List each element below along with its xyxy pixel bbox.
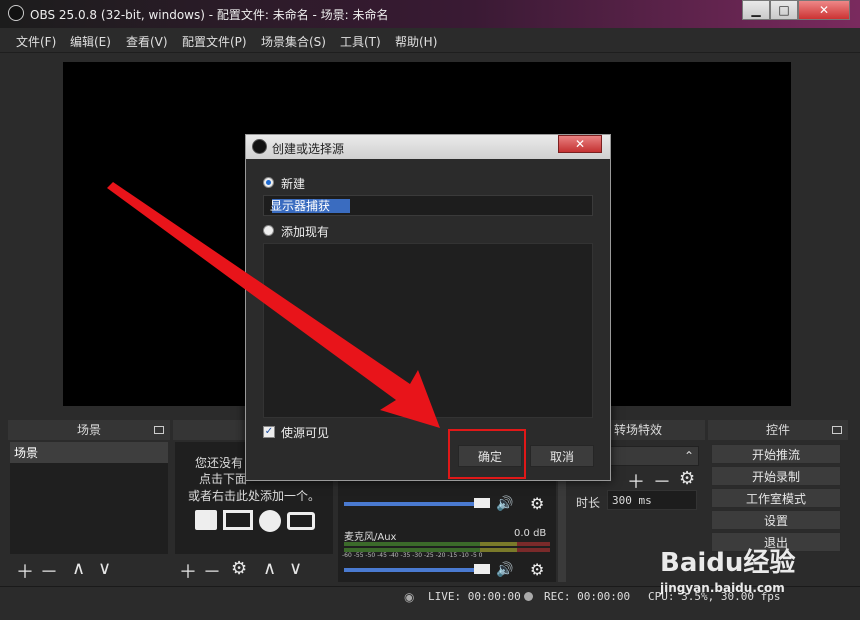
scenes-dock-title: 场景 [8, 420, 170, 440]
volume-handle-1[interactable] [474, 498, 490, 508]
add-icon[interactable]: ＋ [16, 558, 34, 584]
meter-scale: -60 -55 -50 -45 -40 -35 -30 -25 -20 -15 … [342, 552, 483, 559]
baidu-watermark: Baidu经验 jingyan.baidu.com [660, 542, 795, 595]
create-select-source-dialog: 创建或选择源 ✕ 新建 添加现有 ✓ 使源可见 确定 取消 [245, 134, 611, 481]
menu-view[interactable]: 查看(V) [126, 33, 168, 50]
radio-new-label: 新建 [281, 177, 306, 191]
dock-float-icon[interactable] [832, 426, 842, 434]
duration-spinbox[interactable]: 300 ms [607, 490, 697, 510]
obs-logo-icon [252, 139, 267, 154]
radio-existing[interactable] [263, 225, 274, 236]
menu-help[interactable]: 帮助(H) [395, 33, 437, 50]
existing-sources-list[interactable] [263, 243, 593, 418]
close-window-button[interactable]: ✕ [798, 0, 850, 20]
watermark-logo-text: Baidu经验 [660, 548, 796, 578]
image-source-icon [195, 510, 217, 530]
move-down-icon[interactable]: ∨ [98, 558, 111, 579]
minimize-button[interactable]: ▁ [742, 0, 770, 20]
dock-float-icon[interactable] [154, 426, 164, 434]
radio-existing-label: 添加现有 [281, 225, 330, 239]
menu-profile[interactable]: 配置文件(P) [182, 33, 247, 50]
move-down-icon[interactable]: ∨ [289, 558, 302, 579]
make-visible-label: 使源可见 [281, 426, 330, 440]
scene-item[interactable]: 场景 [10, 442, 168, 463]
move-up-icon[interactable]: ∧ [72, 558, 85, 579]
menu-tools[interactable]: 工具(T) [340, 33, 381, 50]
mixer-track-label: 麦克风/Aux [344, 532, 397, 543]
gear-icon[interactable]: ⚙ [530, 560, 544, 579]
maximize-button[interactable]: □ [770, 0, 798, 20]
duration-label: 时长 [576, 496, 601, 510]
scenes-list[interactable]: 场景 [10, 442, 168, 554]
obs-logo-icon [8, 5, 24, 21]
window-title: OBS 25.0.8 (32-bit, windows) - 配置文件: 未命名… [30, 8, 389, 22]
empty-hint-line-3: 或者右击此处添加一个。 [188, 489, 321, 503]
remove-icon[interactable]: － [40, 558, 58, 584]
menu-edit[interactable]: 编辑(E) [70, 33, 111, 50]
speaker-icon[interactable]: 🔊 [496, 562, 513, 578]
ok-button-highlight-box [448, 429, 526, 479]
mixer-track-db: 0.0 dB [514, 528, 547, 539]
live-time: LIVE: 00:00:00 [428, 590, 521, 603]
empty-hint-line-1: 您还没有 [195, 456, 244, 470]
gear-icon[interactable]: ⚙ [231, 558, 247, 579]
dialog-title: 创建或选择源 [272, 142, 345, 156]
chevron-down-icon: ⌃ [683, 449, 694, 463]
gear-icon[interactable]: ⚙ [530, 494, 544, 513]
volume-slider-1[interactable] [344, 502, 480, 506]
speaker-icon[interactable]: 🔊 [496, 496, 513, 512]
controls-dock-title: 控件 [708, 420, 848, 440]
volume-handle-2[interactable] [474, 564, 490, 574]
dialog-close-button[interactable]: ✕ [558, 135, 602, 153]
gear-icon[interactable]: ⚙ [679, 468, 695, 489]
start-recording-button[interactable]: 开始录制 [711, 466, 841, 486]
level-meter [344, 542, 550, 546]
start-streaming-button[interactable]: 开始推流 [711, 444, 841, 464]
menu-scene-collection[interactable]: 场景集合(S) [261, 33, 326, 50]
menu-file[interactable]: 文件(F) [16, 33, 56, 50]
scenes-dock: 场景 场景 ＋ － ∧ ∨ [8, 420, 170, 584]
display-source-icon [223, 510, 253, 530]
cancel-button[interactable]: 取消 [530, 445, 594, 467]
settings-button[interactable]: 设置 [711, 510, 841, 530]
remove-icon[interactable]: － [203, 558, 221, 584]
volume-slider-2[interactable] [344, 568, 480, 572]
record-dot-icon [524, 592, 533, 601]
camera-source-icon [287, 512, 315, 530]
move-up-icon[interactable]: ∧ [263, 558, 276, 579]
radio-new[interactable] [263, 177, 274, 188]
browser-source-icon [259, 510, 281, 532]
make-visible-checkbox[interactable]: ✓ [263, 426, 275, 438]
source-name-input[interactable] [266, 197, 574, 214]
broadcast-icon: ◉ [404, 590, 415, 604]
add-icon[interactable]: ＋ [179, 558, 197, 584]
watermark-url: jingyan.baidu.com [660, 581, 785, 595]
source-name-field[interactable] [263, 195, 593, 216]
empty-hint-line-2: 点击下面 [199, 472, 248, 486]
duration-value: 300 ms [612, 494, 652, 507]
studio-mode-button[interactable]: 工作室模式 [711, 488, 841, 508]
rec-time: REC: 00:00:00 [544, 590, 631, 603]
